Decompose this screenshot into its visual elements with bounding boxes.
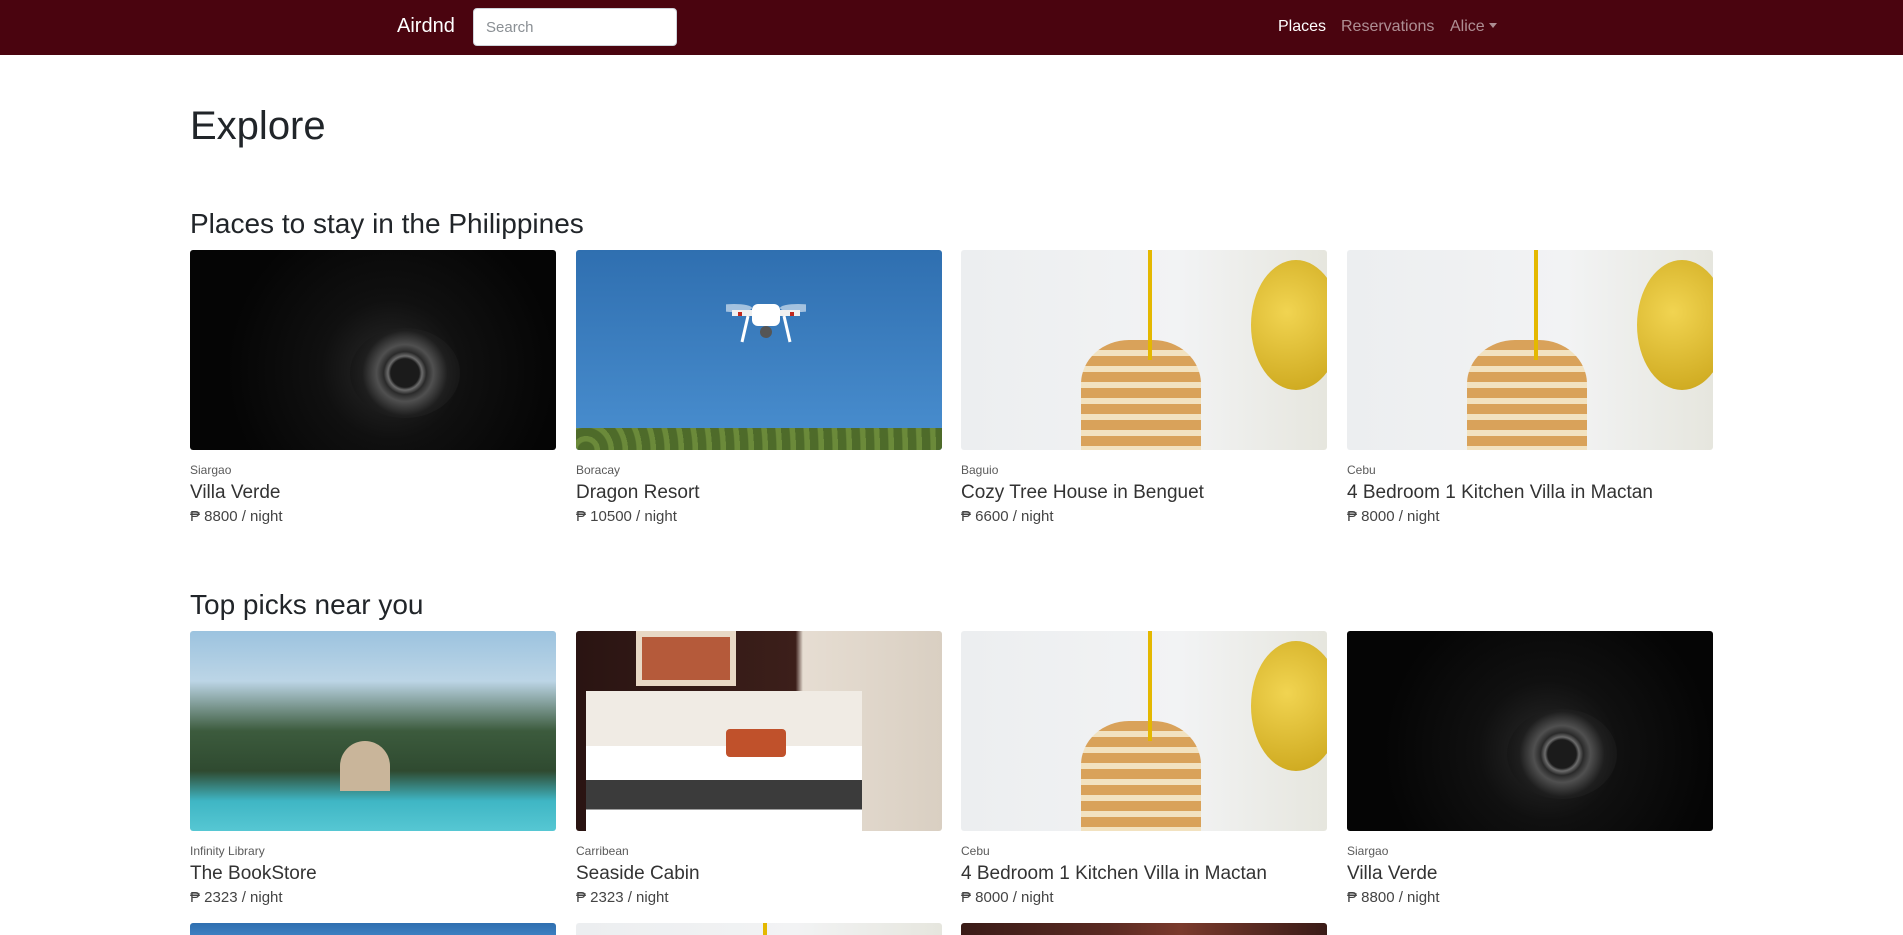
listing-image[interactable] — [576, 250, 942, 450]
listing-title[interactable]: Villa Verde — [190, 481, 556, 505]
listing-image[interactable] — [576, 631, 942, 831]
listing-card[interactable]: Siargao Villa Verde ₱ 8800 / night — [190, 250, 556, 527]
listing-card[interactable]: Carribean Seaside Cabin ₱ 2323 / night — [576, 631, 942, 908]
search-input[interactable] — [473, 8, 677, 46]
listing-title[interactable]: Villa Verde — [1347, 862, 1713, 886]
listing-price: ₱ 8000 / night — [1347, 508, 1440, 525]
nav-places-link[interactable]: Places — [1278, 17, 1326, 37]
listing-image-partial[interactable] — [961, 923, 1327, 935]
listing-card[interactable]: Siargao Villa Verde ₱ 8800 / night — [1347, 631, 1713, 908]
listing-image[interactable] — [1347, 631, 1713, 831]
listing-location: Boracay — [576, 463, 621, 477]
user-menu-dropdown[interactable]: Alice — [1450, 17, 1497, 37]
brand-logo[interactable]: Airdnd — [397, 13, 455, 39]
listing-price: ₱ 2323 / night — [190, 889, 283, 906]
listing-title[interactable]: Dragon Resort — [576, 481, 942, 505]
listing-location: Carribean — [576, 844, 629, 858]
listing-title[interactable]: Seaside Cabin — [576, 862, 942, 886]
listing-location: Siargao — [1347, 844, 1389, 858]
user-menu-label: Alice — [1450, 18, 1485, 35]
page-title: Explore — [190, 104, 326, 148]
listing-price: ₱ 8800 / night — [1347, 889, 1440, 906]
listing-title[interactable]: Cozy Tree House in Benguet — [961, 481, 1327, 505]
listing-image[interactable] — [961, 631, 1327, 831]
listing-card[interactable]: Boracay Dragon Resort ₱ 10500 / night — [576, 250, 942, 527]
listing-card[interactable]: Cebu 4 Bedroom 1 Kitchen Villa in Mactan… — [961, 631, 1327, 908]
listing-price: ₱ 2323 / night — [576, 889, 669, 906]
listing-location: Infinity Library — [190, 844, 265, 858]
listing-image-partial[interactable] — [190, 923, 556, 935]
chevron-down-icon — [1488, 23, 1497, 28]
listing-price: ₱ 8800 / night — [190, 508, 283, 525]
section-title-top-picks: Top picks near you — [190, 589, 424, 620]
listing-price: ₱ 10500 / night — [576, 508, 677, 525]
listing-card[interactable]: Infinity Library The BookStore ₱ 2323 / … — [190, 631, 556, 908]
listing-card[interactable]: Cebu 4 Bedroom 1 Kitchen Villa in Mactan… — [1347, 250, 1713, 527]
listing-location: Cebu — [1347, 463, 1376, 477]
listing-title[interactable]: 4 Bedroom 1 Kitchen Villa in Mactan — [961, 862, 1327, 886]
listing-location: Cebu — [961, 844, 990, 858]
listing-title[interactable]: 4 Bedroom 1 Kitchen Villa in Mactan — [1347, 481, 1713, 505]
listing-card[interactable]: Baguio Cozy Tree House in Benguet ₱ 6600… — [961, 250, 1327, 527]
nav-reservations-link[interactable]: Reservations — [1341, 17, 1434, 37]
listing-image[interactable] — [961, 250, 1327, 450]
top-navbar: Airdnd Places Reservations Alice — [0, 0, 1903, 55]
listing-title[interactable]: The BookStore — [190, 862, 556, 886]
listing-image[interactable] — [190, 250, 556, 450]
listing-price: ₱ 8000 / night — [961, 889, 1054, 906]
listing-price: ₱ 6600 / night — [961, 508, 1054, 525]
listing-image[interactable] — [190, 631, 556, 831]
listing-location: Baguio — [961, 463, 999, 477]
listing-image[interactable] — [1347, 250, 1713, 450]
listing-location: Siargao — [190, 463, 232, 477]
listing-image-partial[interactable] — [576, 923, 942, 935]
section-title-philippines: Places to stay in the Philippines — [190, 208, 584, 239]
